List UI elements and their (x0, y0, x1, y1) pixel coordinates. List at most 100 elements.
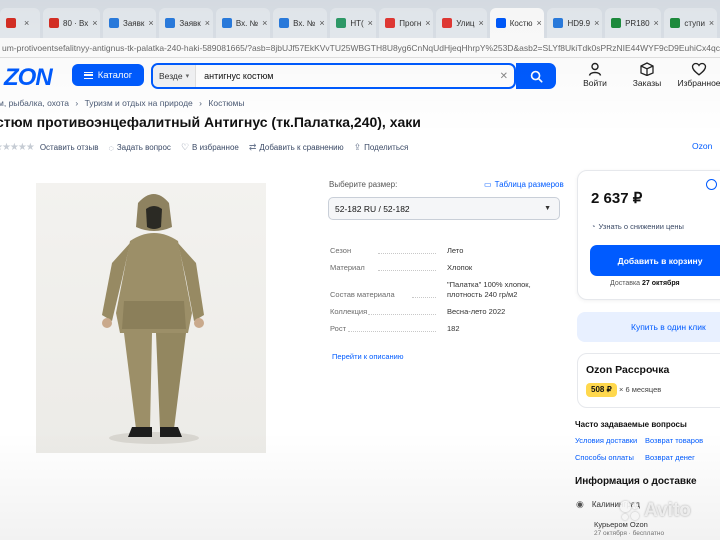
faq-link[interactable]: Возврат денег (645, 453, 695, 462)
close-icon[interactable]: × (24, 18, 29, 28)
installments-title: Ozon Рассрочка (586, 364, 670, 376)
browser-tab[interactable]: Улиц × (436, 8, 487, 38)
spec-row: Состав материала "Палатка" 100% хлопок, п… (330, 280, 560, 307)
clear-icon[interactable]: ✕ (500, 71, 514, 82)
price-info-icon[interactable] (706, 179, 717, 190)
browser-tab[interactable]: Вх. № × (273, 8, 328, 38)
heart-icon (691, 62, 707, 76)
close-icon[interactable]: × (368, 18, 373, 28)
browser-tab[interactable]: Заявк × (103, 8, 157, 38)
buy-one-click-button[interactable]: Купить в один клик (577, 312, 720, 342)
chevron-down-icon: ▼ (544, 205, 551, 212)
browser-tab[interactable]: Заявк × (159, 8, 213, 38)
product-actions: ★★★★★ Оставить отзыв ◌Задать вопрос ♡В и… (0, 142, 418, 153)
price-alert-link[interactable]: ◔ Узнать о снижении цены (591, 222, 684, 231)
close-icon[interactable]: × (205, 18, 210, 28)
size-select[interactable]: 52-182 RU / 52-182 ▼ (328, 197, 560, 220)
size-table-link[interactable]: ▭ Таблица размеров (484, 180, 564, 189)
review-link[interactable]: Оставить отзыв (40, 143, 99, 152)
close-icon[interactable]: × (262, 18, 267, 28)
description-link[interactable]: Перейти к описанию (332, 352, 403, 361)
browser-tab-label: HD9.9 (567, 18, 591, 28)
add-favorite-link[interactable]: ♡ В избранное (181, 142, 239, 153)
browser-tab[interactable]: Костю × (489, 8, 545, 38)
browser-tab[interactable]: × (0, 8, 40, 38)
browser-tab-label: Прогн (399, 18, 422, 28)
seller-label[interactable]: Ozon (692, 141, 712, 151)
browser-tab[interactable]: HD9.9 × (547, 8, 603, 38)
spec-value: Лето (447, 246, 464, 255)
browser-tab-label: 80 · Вх (63, 18, 89, 28)
ozon-icon (495, 18, 506, 28)
product-image[interactable] (36, 183, 266, 453)
ask-question-link[interactable]: ◌ Задать вопрос (108, 143, 170, 153)
avito-logo-text: Avito (644, 500, 691, 521)
chevron-down-icon: ▾ (185, 73, 190, 80)
search-button[interactable] (516, 63, 556, 89)
screen: × 80 · Вх × Заявк × Заявк × Вх. № × Вх. № × НТ(× Про… (0, 0, 720, 540)
favorites-label: Избранное (677, 78, 720, 88)
globe-icon (553, 18, 564, 28)
browser-tab[interactable]: ступи × (664, 8, 718, 38)
spec-key: Состав материала (330, 290, 395, 299)
breadcrumb-item[interactable]: Туризм и отдых на природе (85, 98, 193, 108)
close-icon[interactable]: × (92, 18, 97, 28)
compare-link[interactable]: ⇄ Добавить к сравнению (249, 142, 344, 153)
catalog-button[interactable]: Каталог (72, 64, 144, 86)
close-icon[interactable]: × (594, 18, 599, 28)
orders-nav[interactable]: Заказы (622, 62, 672, 88)
browser-tab-label: Заявк (123, 18, 145, 28)
spec-value: Хлопок (447, 263, 473, 272)
size-table-label: Таблица размеров (494, 180, 564, 189)
login-nav[interactable]: Войти (570, 62, 620, 88)
close-icon[interactable]: × (537, 18, 542, 28)
faq-link[interactable]: Возврат товаров (645, 436, 703, 445)
product-specs: Сезон Лето Материал Хлопок Состав материал… (330, 246, 560, 341)
installments-amount: 508 ₽ (586, 383, 617, 397)
browser-tab[interactable]: PR180 × (605, 8, 662, 38)
close-icon[interactable]: × (319, 18, 324, 28)
faq-link[interactable]: Условия доставки (575, 436, 637, 445)
gmail-icon (49, 18, 59, 28)
browser-tab[interactable]: НТ(× (330, 8, 377, 38)
breadcrumb-separator: › (75, 98, 79, 108)
spec-value: 182 (447, 324, 460, 333)
logo-text: ZON (4, 64, 53, 91)
close-icon[interactable]: × (425, 18, 430, 28)
share-icon: ⇪ (353, 142, 362, 152)
user-icon (588, 62, 602, 76)
address-bar[interactable]: um-protivoentsefalitnyy-antignus-tk-pala… (0, 38, 720, 58)
search-input[interactable]: антигнус костюм (196, 71, 499, 81)
ozon-logo[interactable]: ZON (0, 64, 53, 92)
close-icon[interactable]: × (148, 18, 153, 28)
search-scope-select[interactable]: Везде ▾ (153, 65, 197, 87)
menu-icon (83, 71, 93, 79)
heart-icon: ♡ (180, 142, 190, 152)
faq-link[interactable]: Способы оплаты (575, 453, 634, 462)
browser-tab[interactable]: 80 · Вх × (43, 8, 101, 38)
spec-value: "Палатка" 100% хлопок, плотность 240 гр/… (447, 280, 531, 299)
breadcrumb-item[interactable]: м, рыбалка, охота (0, 98, 69, 108)
doc-icon (279, 18, 290, 28)
share-link[interactable]: ⇪ Поделиться (354, 142, 409, 153)
size-label: Выберите размер: (329, 180, 398, 189)
box-icon (640, 62, 654, 76)
breadcrumb-item[interactable]: Костюмы (208, 98, 244, 108)
close-icon[interactable]: × (479, 18, 484, 28)
favorites-nav[interactable]: Избранное (674, 62, 720, 88)
installments-card[interactable]: Ozon Рассрочка 508 ₽ × 6 месяцев (577, 353, 720, 408)
delivery-date: Доставка 27 октября (610, 280, 680, 287)
add-to-cart-button[interactable]: Добавить в корзину (590, 245, 720, 276)
browser-tab[interactable]: Вх. № × (215, 8, 271, 38)
doc-icon (221, 18, 232, 28)
close-icon[interactable]: × (709, 18, 714, 28)
spec-row: Коллекция Весна-лето 2022 (330, 307, 560, 324)
doc-icon (165, 18, 176, 28)
browser-tab[interactable]: Прогн × (379, 8, 434, 38)
close-icon[interactable]: × (654, 18, 659, 28)
rating-stars: ★★★★★ (0, 142, 35, 153)
site-header: ZON Каталог Везде ▾ антигнус костюм ✕ Во… (0, 58, 720, 98)
review-label: Оставить отзыв (39, 143, 99, 152)
search-scope-label: Везде (159, 71, 183, 81)
bell-icon: ◔ (591, 222, 596, 231)
